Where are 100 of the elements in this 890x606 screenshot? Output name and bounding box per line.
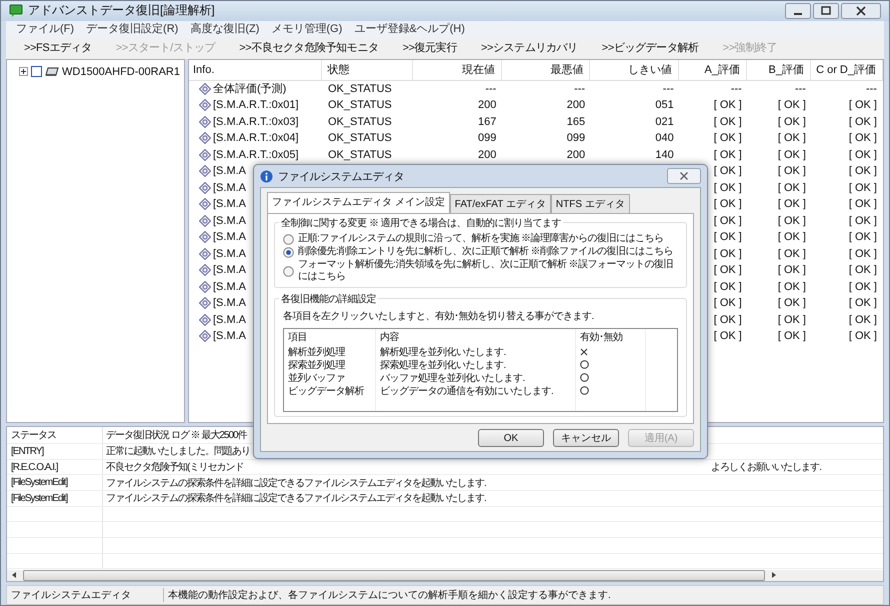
menu-item[interactable]: データ復旧設定(R): [86, 21, 178, 36]
table-cell: [S.M.A: [213, 231, 246, 244]
column-header[interactable]: 内容: [376, 329, 576, 345]
table-cell[interactable]: 解析並列処理: [284, 345, 376, 358]
table-cell[interactable]: 探索並列処理: [284, 358, 376, 371]
window-title: アドバンストデータ復旧[論理解析]: [28, 2, 215, 20]
table-cell: [ OK ]: [848, 314, 877, 326]
close-icon[interactable]: [841, 2, 881, 19]
table-cell: [ OK ]: [714, 148, 742, 161]
table-cell: [S.M.A: [213, 248, 246, 260]
table-cell: OK_STATUS: [328, 132, 392, 144]
radio-button[interactable]: [283, 246, 294, 258]
table-cell: [ OK ]: [778, 314, 806, 326]
radio-label[interactable]: 正順:ファイルシステムの規則に沿って、解析を実施 ※論理障害からの復旧にはこちら: [298, 233, 664, 245]
radio-label[interactable]: フォーマット解析優先:消失領域を先に解析し、次に正順で解析 ※誤フォーマットの復旧にはこちら: [298, 259, 678, 283]
table-cell: [ OK ]: [778, 330, 806, 342]
table-cell[interactable]: ビッグデータの通信を有効にいたします.: [376, 384, 576, 397]
dialog-button[interactable]: キャンセル: [553, 429, 619, 447]
table-cell: 040: [655, 132, 674, 144]
table-cell: [ OK ]: [778, 132, 806, 144]
table-cell[interactable]: ビッグデータ解析: [284, 384, 376, 397]
column-header[interactable]: B_評価: [746, 60, 811, 80]
tab[interactable]: ファイルシステムエディタ メイン設定: [267, 192, 450, 213]
circle-icon[interactable]: [580, 373, 589, 382]
table-cell: [ENTRY]: [7, 444, 103, 459]
table-cell: [ OK ]: [778, 165, 806, 178]
table-cell: [S.M.A.R.T.:0x01]: [213, 99, 299, 112]
table-cell: 200: [566, 99, 586, 112]
table-cell: [ OK ]: [848, 148, 877, 161]
column-header[interactable]: 現在値: [413, 60, 502, 80]
toolbar-button[interactable]: >>FSエディタ: [24, 40, 92, 56]
radio-button[interactable]: [283, 234, 294, 244]
table-cell: 140: [655, 148, 674, 161]
table-cell: [ OK ]: [714, 314, 742, 326]
table-cell: [ OK ]: [778, 248, 806, 260]
menu-item[interactable]: メモリ管理(G): [271, 21, 342, 36]
table-cell-text: ファイルシステムの探索条件を詳細に設定できるファイルシステムエディタを起動いたします.: [106, 476, 486, 490]
table-cell: [ OK ]: [848, 132, 877, 144]
toolbar-button[interactable]: >>不良セクタ危険予知モニタ: [239, 40, 378, 56]
table-cell: [ OK ]: [714, 231, 742, 244]
menu-item[interactable]: 高度な復旧(Z): [190, 21, 260, 36]
toolbar-button[interactable]: >>システムリカバリ: [480, 40, 578, 56]
toolbar-button[interactable]: >>ビッグデータ解析: [602, 40, 699, 56]
table-cell: [ OK ]: [848, 182, 877, 194]
radio-label[interactable]: 削除優先:削除エントリを先に解析し、次に正順で解析 ※削除ファイルの復旧にはこちら: [298, 246, 674, 258]
table-cell: [ OK ]: [848, 214, 877, 227]
column-header[interactable]: 項目: [284, 329, 376, 345]
menu-item[interactable]: ファイル(F): [16, 21, 74, 36]
column-header[interactable]: A_評価: [678, 60, 747, 80]
table-cell: 099: [478, 132, 496, 144]
status-title: ファイルシステムエディタ: [7, 588, 164, 602]
radio-button[interactable]: [283, 266, 294, 276]
dialog-button[interactable]: OK: [478, 429, 544, 447]
column-header[interactable]: Info.: [189, 60, 322, 80]
table-cell[interactable]: 解析処理を並列化いたします.: [376, 345, 576, 358]
minimize-icon[interactable]: [785, 2, 811, 19]
expand-icon[interactable]: [19, 67, 28, 76]
table-cell: [S.M.A: [213, 214, 246, 227]
status-text: 本機能の動作設定および、各ファイルシステムについての解析手順を細かく設定する事ができます.: [167, 588, 611, 602]
table-cell: 099: [566, 132, 586, 144]
table-cell: ---: [574, 82, 586, 95]
table-cell: [ OK ]: [848, 280, 877, 293]
table-cell: [ OK ]: [848, 116, 877, 128]
table-cell: [ OK ]: [714, 132, 742, 144]
table-cell: ---: [866, 82, 877, 95]
table-cell: ---: [485, 82, 496, 95]
scrollbar-thumb[interactable]: [23, 570, 765, 581]
column-header[interactable]: しきい値: [590, 60, 679, 80]
table-cell[interactable]: 探索処理を並列化いたします.: [376, 358, 576, 371]
menu-item[interactable]: ユーザ登録&ヘルプ(H): [354, 21, 465, 36]
table-cell: 165: [566, 116, 586, 128]
diamond-icon: [199, 264, 211, 276]
table-cell: [S.M.A: [213, 314, 246, 326]
circle-icon[interactable]: [580, 360, 589, 369]
table-cell: [ OK ]: [848, 99, 877, 112]
toolbar-button[interactable]: >>復元実行: [402, 40, 457, 56]
table-cell: [S.M.A.R.T.:0x04]: [213, 132, 299, 144]
tree-item[interactable]: WD1500AHFD-00RAR1: [62, 66, 180, 78]
table-cell[interactable]: バッファ処理を並列化いたします.: [376, 371, 576, 384]
tab[interactable]: FAT/exFAT エディタ: [450, 194, 551, 213]
diamond-icon: [199, 214, 211, 227]
circle-icon[interactable]: [580, 386, 589, 395]
column-header[interactable]: 有効･無効: [576, 329, 646, 345]
cross-icon[interactable]: [580, 348, 588, 356]
table-cell: [ OK ]: [778, 198, 806, 210]
column-header[interactable]: C or D_評価: [811, 60, 883, 80]
table-cell: 021: [655, 116, 674, 128]
group-title: 全制御に関する変更 ※ 適用できる場合は、自動的に割り当てます: [279, 216, 564, 230]
group-title: 各復旧機能の詳細設定: [279, 292, 378, 306]
table-cell: [ OK ]: [714, 99, 742, 112]
column-header[interactable]: 最悪値: [502, 60, 590, 80]
column-header[interactable]: ステータス: [7, 427, 103, 444]
column-header[interactable]: 状態: [322, 60, 414, 80]
checkbox[interactable]: [31, 66, 42, 78]
close-icon[interactable]: [667, 168, 701, 184]
table-cell[interactable]: 並列バッファ: [284, 371, 376, 384]
app-icon: [9, 4, 23, 18]
tab[interactable]: NTFS エディタ: [550, 194, 630, 213]
maximize-icon[interactable]: [813, 2, 839, 19]
table-cell: [ OK ]: [714, 330, 742, 342]
